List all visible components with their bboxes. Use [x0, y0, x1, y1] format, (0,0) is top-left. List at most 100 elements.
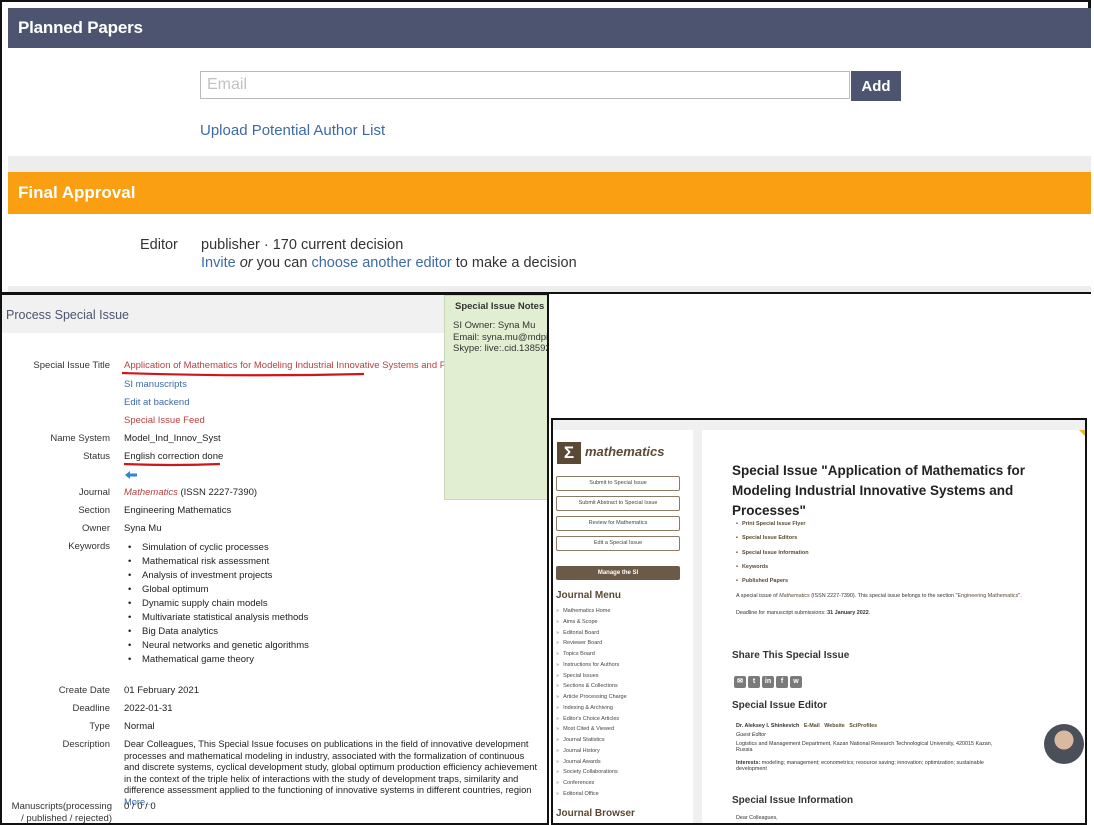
notes-owner: SI Owner: Syna Mu: [453, 320, 536, 331]
editor-affiliation: Logistics and Management Department, Kaz…: [736, 741, 993, 753]
si-info-title: Special Issue Information: [732, 795, 854, 806]
email-icon[interactable]: ✉: [734, 676, 746, 688]
si-links: Print Special Issue FlyerSpecial Issue E…: [736, 517, 809, 588]
submit-abstract-button[interactable]: Submit Abstract to Special Issue: [556, 496, 680, 511]
journal-menu-item[interactable]: Editorial Office: [556, 789, 627, 800]
journal-logo-name: mathematics: [585, 444, 665, 459]
si-nav-link[interactable]: Special Issue Editors: [736, 531, 809, 545]
planned-papers-body: Add Upload Potential Author List: [8, 48, 1091, 156]
editor-interests: Interests: modeling; management; econome…: [736, 760, 984, 772]
intro-section-link[interactable]: Engineering Mathematics: [957, 593, 1018, 599]
dear-colleagues: Dear Colleagues,: [736, 815, 778, 821]
keyword-item: Simulation of cyclic processes: [124, 541, 309, 555]
manuscripts-label: Manuscripts(processing / published / reje…: [11, 801, 112, 824]
manage-si-button[interactable]: Manage the SI: [556, 566, 680, 580]
notes-body: SI Owner: Syna Mu Email: syna.mu@mdpi.c …: [445, 312, 547, 355]
add-button[interactable]: Add: [851, 71, 901, 101]
keywords-label: Keywords: [68, 541, 110, 552]
section-label: Section: [78, 505, 110, 516]
final-approval-body: Editor publisher · 170 current decision …: [8, 214, 1091, 286]
planned-approval-panel: Planned Papers Add Upload Potential Auth…: [0, 0, 1091, 294]
email-input[interactable]: [200, 71, 850, 99]
twitter-icon[interactable]: t: [748, 676, 760, 688]
back-arrow-icon[interactable]: [124, 470, 138, 480]
linkedin-icon[interactable]: in: [762, 676, 774, 688]
journal-menu-item[interactable]: Special Issues: [556, 671, 627, 682]
facebook-icon[interactable]: f: [776, 676, 788, 688]
section-divider: [8, 286, 1091, 292]
keyword-item: Analysis of investment projects: [124, 569, 309, 583]
decision-text: to make a decision: [451, 255, 577, 271]
journal-menu-item[interactable]: Journal Awards: [556, 757, 627, 768]
journal-browser-title: Journal Browser: [556, 808, 635, 819]
keyword-item: Big Data analytics: [124, 625, 309, 639]
create-date-label: Create Date: [58, 685, 110, 696]
submit-si-button[interactable]: Submit to Special Issue: [556, 476, 680, 491]
keywords-list: Simulation of cyclic processesMathematic…: [124, 541, 309, 667]
journal-menu-title: Journal Menu: [556, 590, 622, 601]
editor-sciprofiles-link[interactable]: SciProfiles: [849, 723, 877, 729]
editor-role: Guest Editor: [736, 732, 766, 738]
sigma-logo-icon: Σ: [557, 442, 581, 464]
journal-link[interactable]: Mathematics: [124, 487, 178, 498]
journal-menu-item[interactable]: Editor's Choice Articles: [556, 714, 627, 725]
edit-si-button[interactable]: Edit a Special Issue: [556, 536, 680, 551]
manuscripts-value: 0 / 0 / 0: [124, 801, 156, 812]
journal-menu-item[interactable]: Journal Statistics: [556, 735, 627, 746]
editor-website-link[interactable]: Website: [824, 723, 845, 729]
editor-value: publisher · 170 current decision: [201, 237, 404, 253]
status-label: Status: [83, 451, 110, 462]
deadline-label: Deadline: [72, 703, 111, 714]
description-text: Dear Colleagues, This Special Issue focu…: [124, 739, 540, 808]
section-divider: [8, 156, 1091, 172]
keyword-item: Neural networks and genetic algorithms: [124, 639, 309, 653]
journal-menu-item[interactable]: Instructions for Authors: [556, 660, 627, 671]
special-issue-main: Special Issue "Application of Mathematic…: [702, 430, 1085, 823]
journal-menu-item[interactable]: Sections & Collections: [556, 681, 627, 692]
journal-menu-item[interactable]: Journal History: [556, 746, 627, 757]
description-value: Dear Colleagues, This Special Issue focu…: [124, 739, 538, 795]
si-manuscripts-link[interactable]: SI manuscripts: [124, 379, 187, 390]
journal-menu-item[interactable]: Editorial Board: [556, 628, 627, 639]
journal-menu-item[interactable]: Aims & Scope: [556, 617, 627, 628]
upload-author-list-link[interactable]: Upload Potential Author List: [200, 122, 385, 139]
red-underline-annotation: [121, 371, 365, 377]
journal-menu-item[interactable]: Mathematics Home: [556, 606, 627, 617]
share-icons: ✉ t in f w: [734, 670, 804, 688]
si-feed-link[interactable]: Special Issue Feed: [124, 415, 205, 426]
choose-editor-link[interactable]: choose another editor: [311, 255, 451, 271]
si-nav-link[interactable]: Special Issue Information: [736, 546, 809, 560]
journal-sidebar: Σ mathematics Submit to Special Issue Su…: [553, 430, 693, 823]
si-nav-link[interactable]: Print Special Issue Flyer: [736, 517, 809, 531]
editor-email-link[interactable]: E-Mail: [804, 723, 820, 729]
section-value: Engineering Mathematics: [124, 505, 232, 516]
journal-menu-item[interactable]: Topics Board: [556, 649, 627, 660]
journal-menu-item[interactable]: Conferences: [556, 778, 627, 789]
name-system-label: Name System: [50, 433, 110, 444]
red-underline-annotation: [123, 462, 221, 467]
decision-line: Invite or you can choose another editor …: [201, 255, 577, 271]
journal-menu-item[interactable]: Reviewer Board: [556, 638, 627, 649]
final-approval-header: Final Approval: [8, 172, 1091, 214]
journal-menu-item[interactable]: Most Cited & Viewed: [556, 724, 627, 735]
wechat-icon[interactable]: w: [790, 676, 802, 688]
corner-mark: [1079, 430, 1085, 438]
intro-journal-link[interactable]: Mathematics: [779, 593, 810, 599]
review-button[interactable]: Review for Mathematics: [556, 516, 680, 531]
si-nav-link[interactable]: Published Papers: [736, 574, 809, 588]
editor-name: Dr. Aleksey I. Shinkevich: [736, 723, 800, 729]
invite-link[interactable]: Invite: [201, 255, 236, 271]
keyword-item: Dynamic supply chain models: [124, 597, 309, 611]
si-nav-link[interactable]: Keywords: [736, 560, 809, 574]
journal-menu-item[interactable]: Society Collaborations: [556, 767, 627, 778]
or-text: or: [239, 255, 253, 271]
journal-menu-item[interactable]: Article Processing Charge: [556, 692, 627, 703]
journal-menu-item[interactable]: Indexing & Archiving: [556, 703, 627, 714]
keyword-item: Mathematical risk assessment: [124, 555, 309, 569]
name-system-value: Model_Ind_Innov_Syst: [124, 433, 221, 444]
si-deadline: Deadline for manuscript submissions: 31 …: [736, 610, 871, 616]
edit-backend-link[interactable]: Edit at backend: [124, 397, 190, 408]
editor-section-title: Special Issue Editor: [732, 700, 828, 711]
notes-email: Email: syna.mu@mdpi.c: [453, 331, 548, 343]
editor-label: Editor: [140, 237, 178, 253]
